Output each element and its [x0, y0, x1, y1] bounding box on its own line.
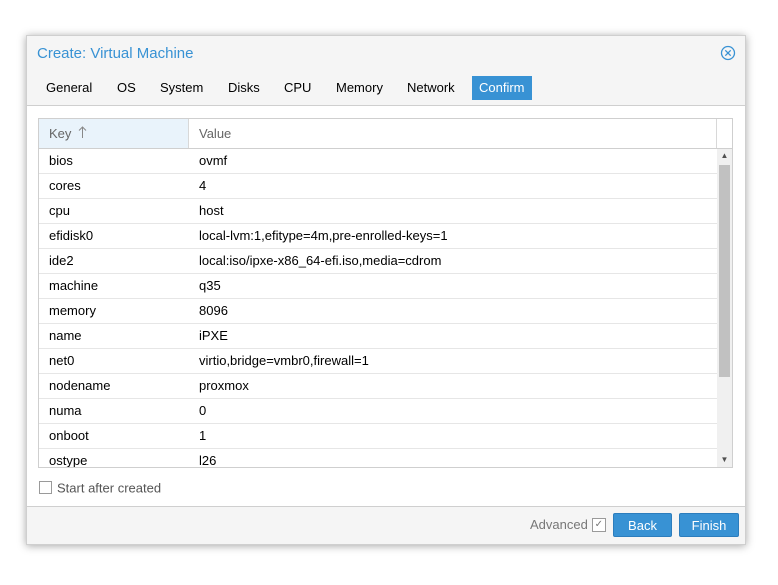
close-icon[interactable] [720, 45, 736, 61]
row-key: ide2 [49, 253, 74, 268]
row-value: virtio,bridge=vmbr0,firewall=1 [199, 353, 369, 368]
advanced-label: Advanced [530, 517, 588, 532]
row-key: name [49, 328, 82, 343]
row-value: local:iso/ipxe-x86_64-efi.iso,media=cdro… [199, 253, 442, 268]
row-value: l26 [199, 453, 217, 467]
row-value: proxmox [199, 378, 249, 393]
row-key: machine [49, 278, 99, 293]
row-key: memory [49, 303, 96, 318]
confirm-panel: Key Value bios ovmf cores 4 cpu host efid [27, 105, 745, 509]
table-row[interactable]: ostype l26 [39, 449, 717, 467]
row-key: bios [49, 153, 73, 168]
row-key: efidisk0 [49, 228, 94, 243]
advanced-toggle[interactable]: Advanced ✓ [530, 517, 606, 533]
table-row[interactable]: name iPXE [39, 324, 717, 349]
row-key: ostype [49, 453, 88, 467]
table-row[interactable]: ide2 local:iso/ipxe-x86_64-efi.iso,media=… [39, 249, 717, 274]
tab-cpu[interactable]: CPU [277, 76, 318, 100]
dialog-title: Create: Virtual Machine [37, 45, 194, 62]
row-key: cores [49, 178, 81, 193]
table-row[interactable]: net0 virtio,bridge=vmbr0,firewall=1 [39, 349, 717, 374]
scroll-down-arrow-icon[interactable]: ▼ [717, 453, 732, 467]
create-vm-dialog: Create: Virtual Machine General OS Syste… [26, 35, 746, 545]
row-value: q35 [199, 278, 221, 293]
summary-grid: Key Value bios ovmf cores 4 cpu host efid [38, 118, 733, 468]
row-value: local-lvm:1,efitype=4m,pre-enrolled-keys… [199, 228, 448, 243]
advanced-checkbox[interactable]: ✓ [591, 517, 606, 532]
column-header-value[interactable]: Value [189, 119, 717, 148]
row-value: 0 [199, 403, 207, 418]
column-key-label: Key [49, 126, 72, 141]
table-row[interactable]: onboot 1 [39, 424, 717, 449]
table-row[interactable]: bios ovmf [39, 149, 717, 174]
tab-general[interactable]: General [39, 76, 99, 100]
table-row[interactable]: cores 4 [39, 174, 717, 199]
wizard-tabs: General OS System Disks CPU Memory Netwo… [27, 76, 745, 102]
scroll-up-arrow-icon[interactable]: ▲ [717, 149, 732, 163]
row-key: numa [49, 403, 82, 418]
table-row[interactable]: nodename proxmox [39, 374, 717, 399]
dialog-footer: Advanced ✓ Back Finish [27, 506, 745, 544]
grid-scrollbar[interactable]: ▲ ▼ [717, 149, 732, 467]
finish-button[interactable]: Finish [679, 513, 739, 537]
column-value-label: Value [199, 126, 232, 141]
sort-ascending-icon [78, 120, 87, 149]
tab-os[interactable]: OS [110, 76, 143, 100]
grid-header: Key Value [39, 119, 732, 149]
start-after-created-label: Start after created [57, 480, 162, 496]
back-button[interactable]: Back [613, 513, 672, 537]
tab-system[interactable]: System [153, 76, 210, 100]
row-value: iPXE [199, 328, 228, 343]
checkbox-box[interactable] [39, 481, 52, 495]
row-value: ovmf [199, 153, 228, 168]
column-header-key[interactable]: Key [39, 119, 189, 148]
scrollbar-thumb[interactable] [719, 165, 730, 377]
row-key: net0 [49, 353, 75, 368]
tab-memory[interactable]: Memory [329, 76, 390, 100]
tab-disks[interactable]: Disks [221, 76, 267, 100]
grid-rows: bios ovmf cores 4 cpu host efidisk0 local-lv… [39, 149, 717, 467]
row-key: nodename [49, 378, 111, 393]
dialog-titlebar: Create: Virtual Machine [27, 36, 745, 72]
row-value: host [199, 203, 224, 218]
tab-network[interactable]: Network [400, 76, 462, 100]
table-row[interactable]: cpu host [39, 199, 717, 224]
table-row[interactable]: machine q35 [39, 274, 717, 299]
table-row[interactable]: numa 0 [39, 399, 717, 424]
start-after-created-checkbox[interactable]: Start after created [39, 479, 161, 497]
row-value: 1 [199, 428, 207, 443]
row-value: 4 [199, 178, 207, 193]
row-key: cpu [49, 203, 70, 218]
table-row[interactable]: memory 8096 [39, 299, 717, 324]
tab-confirm[interactable]: Confirm [472, 76, 532, 100]
row-key: onboot [49, 428, 89, 443]
table-row[interactable]: efidisk0 local-lvm:1,efitype=4m,pre-enrol… [39, 224, 717, 249]
row-value: 8096 [199, 303, 228, 318]
